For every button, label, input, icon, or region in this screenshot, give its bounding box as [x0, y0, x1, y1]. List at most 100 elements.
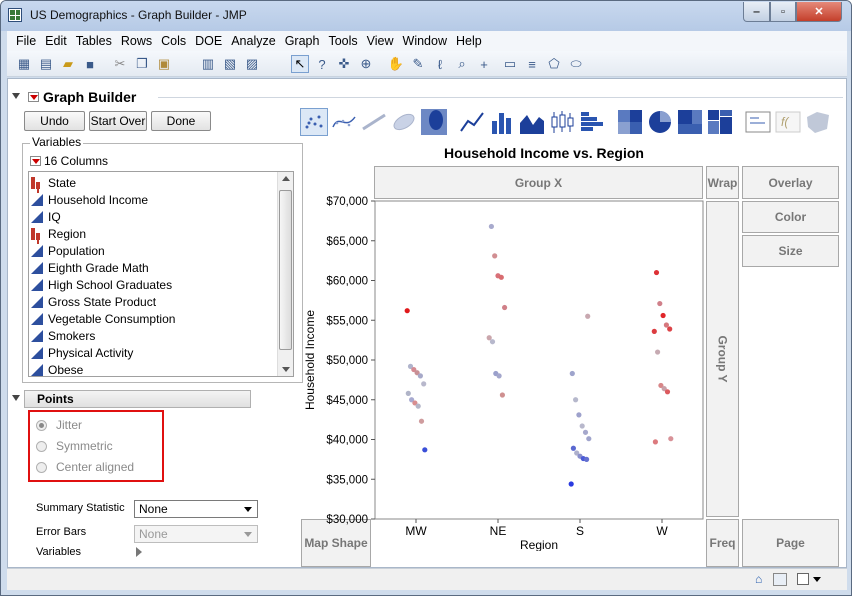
- bar-element-icon[interactable]: [488, 108, 516, 136]
- group-y-drop-zone[interactable]: Group Y: [706, 201, 739, 517]
- mosaic-element-icon[interactable]: [706, 108, 734, 136]
- status-menu-icon[interactable]: [813, 577, 821, 582]
- hand-tool-icon[interactable]: ✋: [387, 55, 405, 73]
- points-element-icon[interactable]: [300, 108, 328, 136]
- pie-element-icon[interactable]: [646, 108, 674, 136]
- data-point[interactable]: [586, 436, 592, 442]
- data-point[interactable]: [489, 339, 496, 345]
- columns-scrollbar[interactable]: [277, 172, 293, 376]
- data-point[interactable]: [405, 390, 411, 396]
- y-axis-label[interactable]: Household Income: [303, 310, 317, 410]
- home-icon[interactable]: ⌂: [755, 573, 769, 586]
- formula-element-icon[interactable]: f(: [774, 108, 802, 136]
- window-list-icon[interactable]: [773, 573, 787, 586]
- start-over-button[interactable]: Start Over: [89, 111, 147, 131]
- data-point[interactable]: [573, 397, 579, 403]
- overlay-drop-zone[interactable]: Overlay: [742, 166, 839, 199]
- crosshair-circle-icon[interactable]: ⊕: [357, 55, 375, 73]
- heatmap-element-icon[interactable]: [616, 108, 644, 136]
- data-point[interactable]: [651, 328, 657, 334]
- menu-rows[interactable]: Rows: [121, 34, 152, 48]
- cut-icon[interactable]: ✂: [111, 55, 129, 73]
- column-item[interactable]: Gross State Product: [31, 293, 156, 310]
- menu-view[interactable]: View: [367, 34, 394, 48]
- histogram-element-icon[interactable]: [578, 108, 606, 136]
- data-point[interactable]: [663, 322, 669, 328]
- menu-tools[interactable]: Tools: [328, 34, 357, 48]
- points-header[interactable]: Points: [24, 390, 251, 408]
- annotate-icon[interactable]: ▭: [501, 55, 519, 73]
- column-item[interactable]: Eighth Grade Math: [31, 259, 149, 276]
- line-element-icon[interactable]: [458, 108, 486, 136]
- data-point[interactable]: [584, 456, 590, 462]
- data-point[interactable]: [576, 412, 582, 418]
- column-item[interactable]: Obese: [31, 361, 83, 378]
- brush-tool-icon[interactable]: ✎: [409, 55, 427, 73]
- data-point[interactable]: [660, 312, 666, 319]
- data-point[interactable]: [655, 349, 661, 355]
- polygon-tool-icon[interactable]: ⬠: [545, 55, 563, 73]
- x-axis-label[interactable]: Region: [520, 538, 558, 551]
- magnifier-icon[interactable]: ⌕: [453, 55, 471, 73]
- jitter-radio[interactable]: Jitter: [36, 416, 196, 434]
- menu-doe[interactable]: DOE: [195, 34, 222, 48]
- data-point[interactable]: [488, 223, 494, 230]
- open-folder-icon[interactable]: ▰: [59, 55, 77, 73]
- menu-help[interactable]: Help: [456, 34, 482, 48]
- lasso-tool-icon[interactable]: ℓ: [431, 55, 449, 73]
- data-point[interactable]: [418, 418, 425, 424]
- size-drop-zone[interactable]: Size: [742, 235, 839, 267]
- menu-graph[interactable]: Graph: [285, 34, 320, 48]
- crosshair-icon[interactable]: +: [475, 55, 493, 73]
- data-point[interactable]: [579, 423, 585, 429]
- data-point[interactable]: [492, 253, 498, 259]
- save-icon[interactable]: ■: [81, 55, 99, 73]
- arrow-tool-icon[interactable]: ↖: [291, 55, 309, 73]
- column-item[interactable]: IQ: [31, 208, 61, 225]
- error-bars-select[interactable]: None: [134, 525, 258, 543]
- scroll-down-icon[interactable]: [282, 367, 290, 372]
- data-point[interactable]: [570, 445, 576, 451]
- plot-area[interactable]: $30,000 $35,000 $40,000 $45,000 $50,000 $55,0…: [298, 193, 706, 551]
- line-tool-icon[interactable]: ≡: [523, 55, 541, 73]
- menu-analyze[interactable]: Analyze: [231, 34, 275, 48]
- column-item[interactable]: High School Graduates: [31, 276, 172, 293]
- wrap-drop-zone[interactable]: Wrap: [706, 166, 739, 199]
- data-point[interactable]: [404, 308, 410, 314]
- data-point[interactable]: [421, 381, 427, 387]
- column-item[interactable]: Physical Activity: [31, 344, 133, 361]
- freq-drop-zone[interactable]: Freq: [706, 519, 739, 567]
- data-point[interactable]: [657, 300, 663, 307]
- menu-window[interactable]: Window: [403, 34, 447, 48]
- data-point[interactable]: [417, 373, 423, 379]
- column-item[interactable]: Region: [31, 225, 86, 242]
- points-collapse-icon[interactable]: [12, 395, 20, 401]
- data-table-list-icon[interactable]: ▥: [199, 55, 217, 73]
- page-drop-zone[interactable]: Page: [742, 519, 839, 567]
- column-item[interactable]: Population: [31, 242, 105, 259]
- color-drop-zone[interactable]: Color: [742, 201, 839, 233]
- symmetric-radio[interactable]: Symmetric: [36, 437, 196, 455]
- scroll-thumb[interactable]: [279, 190, 292, 350]
- journal-icon[interactable]: ▧: [221, 55, 239, 73]
- help-tool-icon[interactable]: ?: [313, 55, 331, 73]
- data-point[interactable]: [569, 370, 575, 377]
- checkbox-icon[interactable]: [797, 573, 809, 585]
- graph-builder-red-triangle-icon[interactable]: [28, 92, 39, 102]
- data-point[interactable]: [568, 481, 574, 487]
- treemap-element-icon[interactable]: [676, 108, 704, 136]
- box-plot-element-icon[interactable]: [548, 108, 576, 136]
- data-point[interactable]: [653, 269, 660, 276]
- copy-icon[interactable]: ❐: [133, 55, 151, 73]
- column-item[interactable]: Vegetable Consumption: [31, 310, 175, 327]
- column-item[interactable]: Smokers: [31, 327, 95, 344]
- done-button[interactable]: Done: [151, 111, 211, 131]
- smoother-element-icon[interactable]: [330, 108, 358, 136]
- maximize-button[interactable]: ▫: [770, 2, 796, 22]
- data-point[interactable]: [667, 326, 673, 332]
- minimize-button[interactable]: ‒: [743, 2, 770, 22]
- menu-file[interactable]: File: [16, 34, 36, 48]
- contour-element-icon[interactable]: [420, 108, 448, 136]
- undo-button[interactable]: Undo: [24, 111, 85, 131]
- column-item[interactable]: Household Income: [31, 191, 148, 208]
